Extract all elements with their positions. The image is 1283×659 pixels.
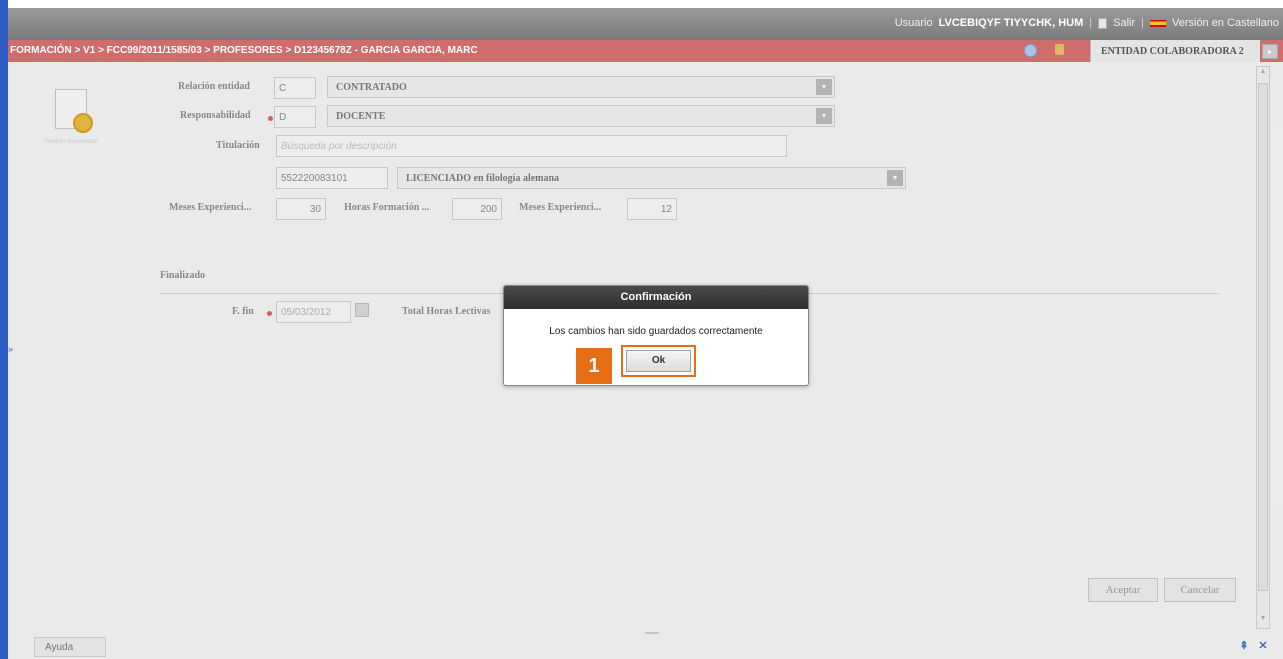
confirmation-dialog: Confirmación Los cambios han sido guarda…	[503, 285, 809, 386]
step-badge: 1	[576, 348, 612, 384]
spain-flag-icon	[1149, 19, 1166, 27]
top-bar: Usuario LVCEBIQYF TIYYCHK, HUM | Salir |…	[8, 8, 1283, 40]
language-link[interactable]: Versión en Castellano	[1172, 17, 1279, 29]
app-window: Usuario LVCEBIQYF TIYYCHK, HUM | Salir |…	[0, 0, 1283, 659]
ok-button-highlight: Ok	[621, 345, 696, 377]
separator: |	[1141, 17, 1144, 29]
globe-icon[interactable]	[1024, 44, 1037, 57]
tab-entidad-colaboradora[interactable]: ENTIDAD COLABORADORA 2	[1090, 40, 1260, 62]
logout-link[interactable]: Salir	[1113, 17, 1135, 29]
breadcrumb[interactable]: FORMACIÓN > V1 > FCC99/2011/1585/03 > PR…	[10, 45, 478, 56]
ok-button[interactable]: Ok	[626, 350, 691, 372]
dialog-title: Confirmación	[504, 286, 808, 309]
separator: |	[1089, 17, 1093, 29]
user-label: Usuario	[894, 17, 933, 29]
dialog-message: Los cambios han sido guardados correctam…	[549, 326, 763, 337]
tab-scroll-button[interactable]: ▸	[1262, 44, 1278, 59]
window-left-edge	[0, 0, 8, 659]
user-name: LVCEBIQYF TIYYCHK, HUM	[938, 17, 1084, 29]
tools-icon[interactable]	[1055, 44, 1064, 55]
logout-icon	[1098, 17, 1108, 29]
